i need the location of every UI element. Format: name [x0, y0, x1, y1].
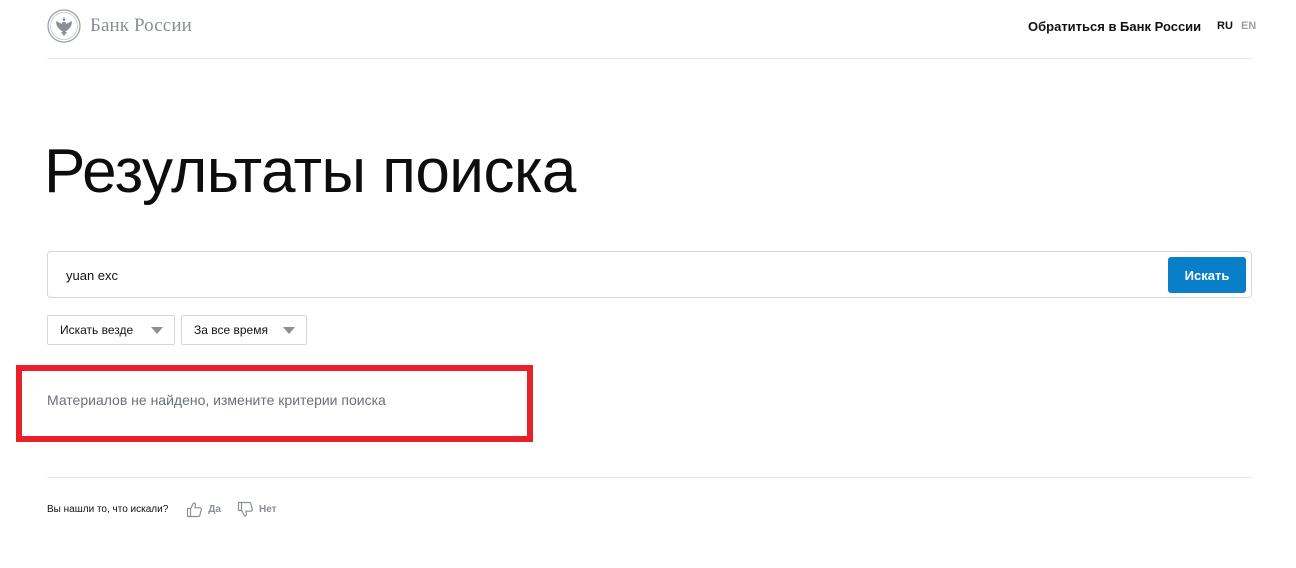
eagle-emblem-icon	[47, 9, 81, 43]
lang-ru[interactable]: RU	[1217, 20, 1233, 32]
site-header: Банк России Обратиться в Банк России RU …	[47, 0, 1256, 59]
chevron-down-icon	[151, 327, 163, 334]
feedback-yes-button[interactable]: Да	[186, 501, 221, 518]
contact-bank-link[interactable]: Обратиться в Банк России	[1028, 19, 1201, 34]
page: Банк России Обратиться в Банк России RU …	[0, 0, 1296, 568]
filter-period-label: За все время	[194, 323, 268, 337]
lang-en[interactable]: EN	[1241, 20, 1256, 32]
thumbs-down-icon	[237, 501, 253, 517]
no-results-message: Материалов не найдено, измените критерии…	[47, 392, 386, 408]
search-button[interactable]: Искать	[1168, 257, 1246, 293]
filter-scope-label: Искать везде	[60, 323, 134, 337]
feedback-no-button[interactable]: Нет	[237, 501, 277, 518]
search-input[interactable]	[66, 264, 1146, 286]
logo-text: Банк России	[90, 15, 192, 36]
search-box: Искать	[47, 251, 1252, 298]
thumbs-up-icon	[187, 501, 203, 517]
feedback-question: Вы нашли то, что искали?	[47, 503, 169, 515]
logo-link[interactable]: Банк России	[47, 8, 192, 44]
feedback-yes-label: Да	[208, 503, 221, 515]
feedback-bar: Вы нашли то, что искали? Да Нет	[47, 499, 293, 519]
feedback-no-label: Нет	[258, 503, 277, 515]
filter-scope-dropdown[interactable]: Искать везде	[47, 315, 175, 345]
language-switcher: RU EN	[1217, 20, 1256, 32]
filter-period-dropdown[interactable]: За все время	[181, 315, 307, 345]
chevron-down-icon	[283, 327, 295, 334]
page-title: Результаты поиска	[44, 137, 576, 206]
divider	[47, 477, 1252, 478]
